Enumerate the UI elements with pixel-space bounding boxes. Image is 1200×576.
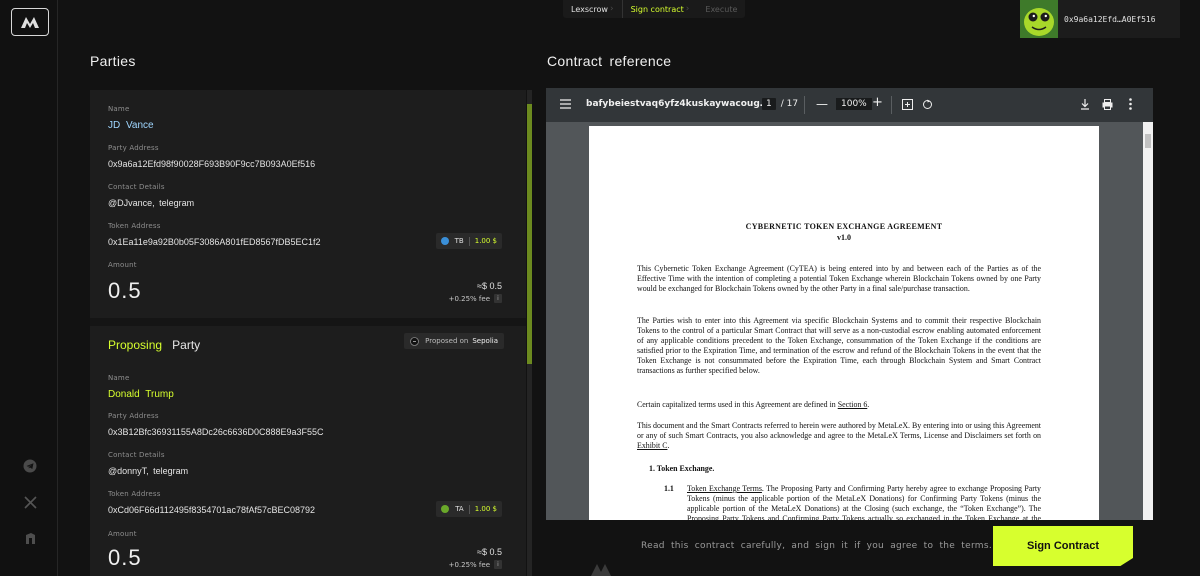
contract-reference-heading: Contract reference (547, 53, 672, 69)
pdf-toolbar: bafybeiestvaq6yfz4kuskaywacoug… 1 / 17 —… (546, 88, 1153, 122)
zoom-level[interactable]: 100% (836, 98, 872, 110)
step-label: Sign contract (630, 4, 684, 14)
doc-paragraph: This document and the Smart Contracts re… (637, 421, 1041, 450)
token-logo-icon (441, 505, 450, 513)
docs-icon[interactable] (22, 530, 38, 546)
network-badge: Proposed on Sepolia (404, 333, 504, 349)
info-icon[interactable]: i (494, 294, 502, 303)
amount-value: 0.5 (108, 278, 142, 303)
avatar (1020, 0, 1058, 38)
pdf-filename: bafybeiestvaq6yfz4kuskaywacoug… (586, 99, 769, 109)
step-lexscrow[interactable]: Lexscrow › (563, 0, 622, 18)
party-name: JD Vance (108, 120, 154, 131)
doc-subsection: 1.1 Token Exchange Terms. The Proposing … (664, 484, 1041, 520)
wallet-address: 0x9a6a12Efd…A0Ef516 (1064, 14, 1156, 24)
token-symbol: TB (454, 237, 464, 245)
sign-instructions: Read this contract carefully, and sign i… (641, 541, 993, 551)
fit-page-icon[interactable] (902, 99, 913, 110)
step-label: Execute (705, 4, 738, 14)
parties-scrollbar[interactable] (527, 90, 532, 576)
token-pill: TB 1.00 $ (435, 233, 502, 249)
more-options-icon[interactable] (1129, 98, 1132, 110)
pdf-page: CYBERNETIC TOKEN EXCHANGE AGREEMENT v1.0… (589, 126, 1099, 520)
parties-heading: Parties (90, 53, 136, 69)
page-number-input[interactable]: 1 (762, 98, 776, 110)
badge-prefix: Proposed on (425, 337, 469, 345)
proposing-title: Proposing (108, 338, 163, 352)
download-icon[interactable] (1080, 99, 1090, 110)
party-address-label: Party Address (108, 412, 159, 420)
doc-version: v1.0 (837, 233, 851, 242)
metalex-logo-icon (21, 17, 39, 28)
zoom-in-icon[interactable]: + (872, 95, 883, 110)
metalex-logo-icon (590, 560, 612, 576)
scroll-thumb[interactable] (527, 104, 532, 364)
step-indicator: Lexscrow › Sign contract › Execute (563, 0, 746, 18)
token-price: 1.00 $ (474, 237, 497, 245)
step-sign-contract[interactable]: Sign contract › (621, 0, 698, 18)
scroll-thumb[interactable] (1145, 134, 1151, 148)
amount-label: Amount (108, 530, 137, 538)
token-address-label: Token Address (108, 490, 161, 498)
badge-network: Sepolia (472, 337, 498, 345)
amount-usd: ≈$ 0.5 (477, 281, 502, 291)
info-icon[interactable]: i (494, 560, 502, 569)
amount-label: Amount (108, 261, 137, 269)
doc-title: CYBERNETIC TOKEN EXCHANGE AGREEMENT (745, 222, 943, 231)
party-name: Donald Trump (108, 389, 174, 400)
wallet-button[interactable]: 0x9a6a12Efd…A0Ef516 (1020, 0, 1180, 38)
exhibit-link[interactable]: Exhibit C (637, 441, 667, 450)
contact-details-label: Contact Details (108, 451, 165, 459)
pdf-scrollbar[interactable] (1143, 122, 1153, 520)
token-logo-icon (440, 237, 449, 245)
party-address-label: Party Address (108, 144, 159, 152)
contact-details: @donnyT, telegram (108, 466, 189, 476)
pdf-viewer: bafybeiestvaq6yfz4kuskaywacoug… 1 / 17 —… (546, 88, 1153, 520)
amount-value: 0.5 (108, 545, 142, 570)
fee-text: +0.25% fee (448, 560, 490, 569)
party-address[interactable]: 0x3B12Bfc36931155A8Dc26c6636D0C888E9a3F5… (108, 427, 502, 437)
token-price: 1.00 $ (474, 505, 497, 513)
token-symbol: TA (455, 505, 464, 513)
zoom-out-icon[interactable]: — (816, 97, 828, 111)
doc-paragraph: The Parties wish to enter into this Agre… (637, 316, 1041, 375)
menu-icon[interactable] (560, 99, 571, 109)
party-address[interactable]: 0x9a6a12Efd98f90028F693B90F9cc7B093A0Ef5… (108, 159, 502, 169)
sign-contract-button[interactable]: Sign Contract (993, 526, 1133, 566)
party-title: Party (172, 338, 201, 352)
token-pill: TA 1.00 $ (436, 501, 502, 517)
print-icon[interactable] (1102, 99, 1113, 110)
contact-details-label: Contact Details (108, 183, 165, 191)
network-icon (410, 336, 420, 346)
token-address-label: Token Address (108, 222, 161, 230)
doc-section-heading: 1. Token Exchange. (649, 464, 715, 473)
doc-paragraph: This Cybernetic Token Exchange Agreement… (637, 264, 1041, 293)
fee-text: +0.25% fee (448, 294, 490, 303)
x-twitter-icon[interactable] (22, 494, 38, 510)
name-label: Name (108, 105, 130, 113)
step-label: Lexscrow (571, 4, 608, 14)
parties-panel: Name JD Vance Party Address 0x9a6a12Efd9… (90, 90, 526, 576)
amount-usd: ≈$ 0.5 (477, 547, 502, 557)
page-total: / 17 (780, 99, 799, 109)
rotate-icon[interactable] (922, 99, 933, 110)
section-link[interactable]: Section 6 (838, 400, 868, 409)
name-label: Name (108, 374, 130, 382)
chevron-right-icon: › (609, 4, 614, 14)
doc-paragraph: Certain capitalized terms used in this A… (637, 400, 870, 409)
left-rail (0, 0, 58, 576)
telegram-icon[interactable] (22, 458, 38, 474)
contact-details: @DJvance, telegram (108, 198, 195, 208)
step-execute: Execute (697, 0, 745, 18)
app-logo[interactable] (11, 8, 49, 36)
chevron-right-icon: › (685, 4, 690, 14)
